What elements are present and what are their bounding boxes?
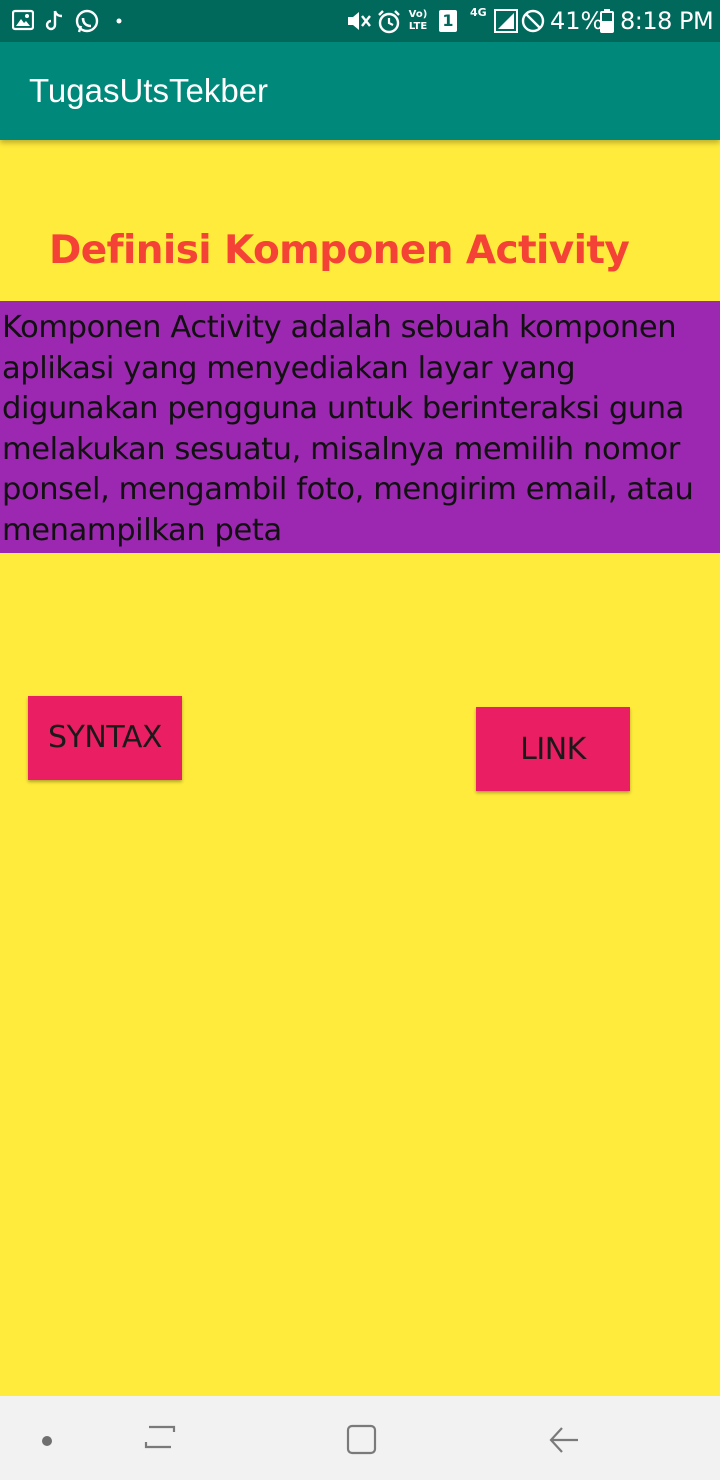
back-icon[interactable]: [544, 1396, 584, 1480]
dot-icon: [116, 18, 122, 24]
battery-icon: [600, 9, 614, 33]
battery-percent: 41%: [550, 7, 604, 35]
link-button[interactable]: LINK: [476, 707, 630, 791]
recents-icon[interactable]: [140, 1396, 180, 1480]
status-bar: Vo) LTE 1 4G 41% 8:18 PM: [0, 0, 720, 42]
gallery-icon: [12, 9, 34, 31]
page-heading: Definisi Komponen Activity: [49, 228, 630, 273]
clock: 8:18 PM: [620, 7, 714, 35]
no-disturb-icon: [521, 9, 545, 33]
whatsapp-icon: [75, 9, 99, 33]
description-box: Komponen Activity adalah sebuah komponen…: [0, 301, 720, 553]
tiktok-icon: [45, 10, 63, 31]
app-title: TugasUtsTekber: [29, 72, 269, 109]
volte-label: Vo) LTE: [408, 9, 428, 32]
home-icon[interactable]: [342, 1396, 382, 1480]
navigation-bar: [0, 1396, 720, 1480]
signal-icon: [494, 9, 518, 33]
description-text: Komponen Activity adalah sebuah komponen…: [2, 310, 694, 548]
sim-label: 1: [442, 11, 454, 30]
app-screen: Vo) LTE 1 4G 41% 8:18 PM TugasUtsTekber …: [0, 0, 720, 1480]
mute-icon: [348, 12, 371, 30]
app-bar: TugasUtsTekber: [0, 42, 720, 140]
dot-icon: [42, 1436, 52, 1446]
network-label: 4G: [470, 6, 487, 19]
alarm-icon: [378, 10, 400, 34]
syntax-button[interactable]: SYNTAX: [28, 696, 182, 780]
